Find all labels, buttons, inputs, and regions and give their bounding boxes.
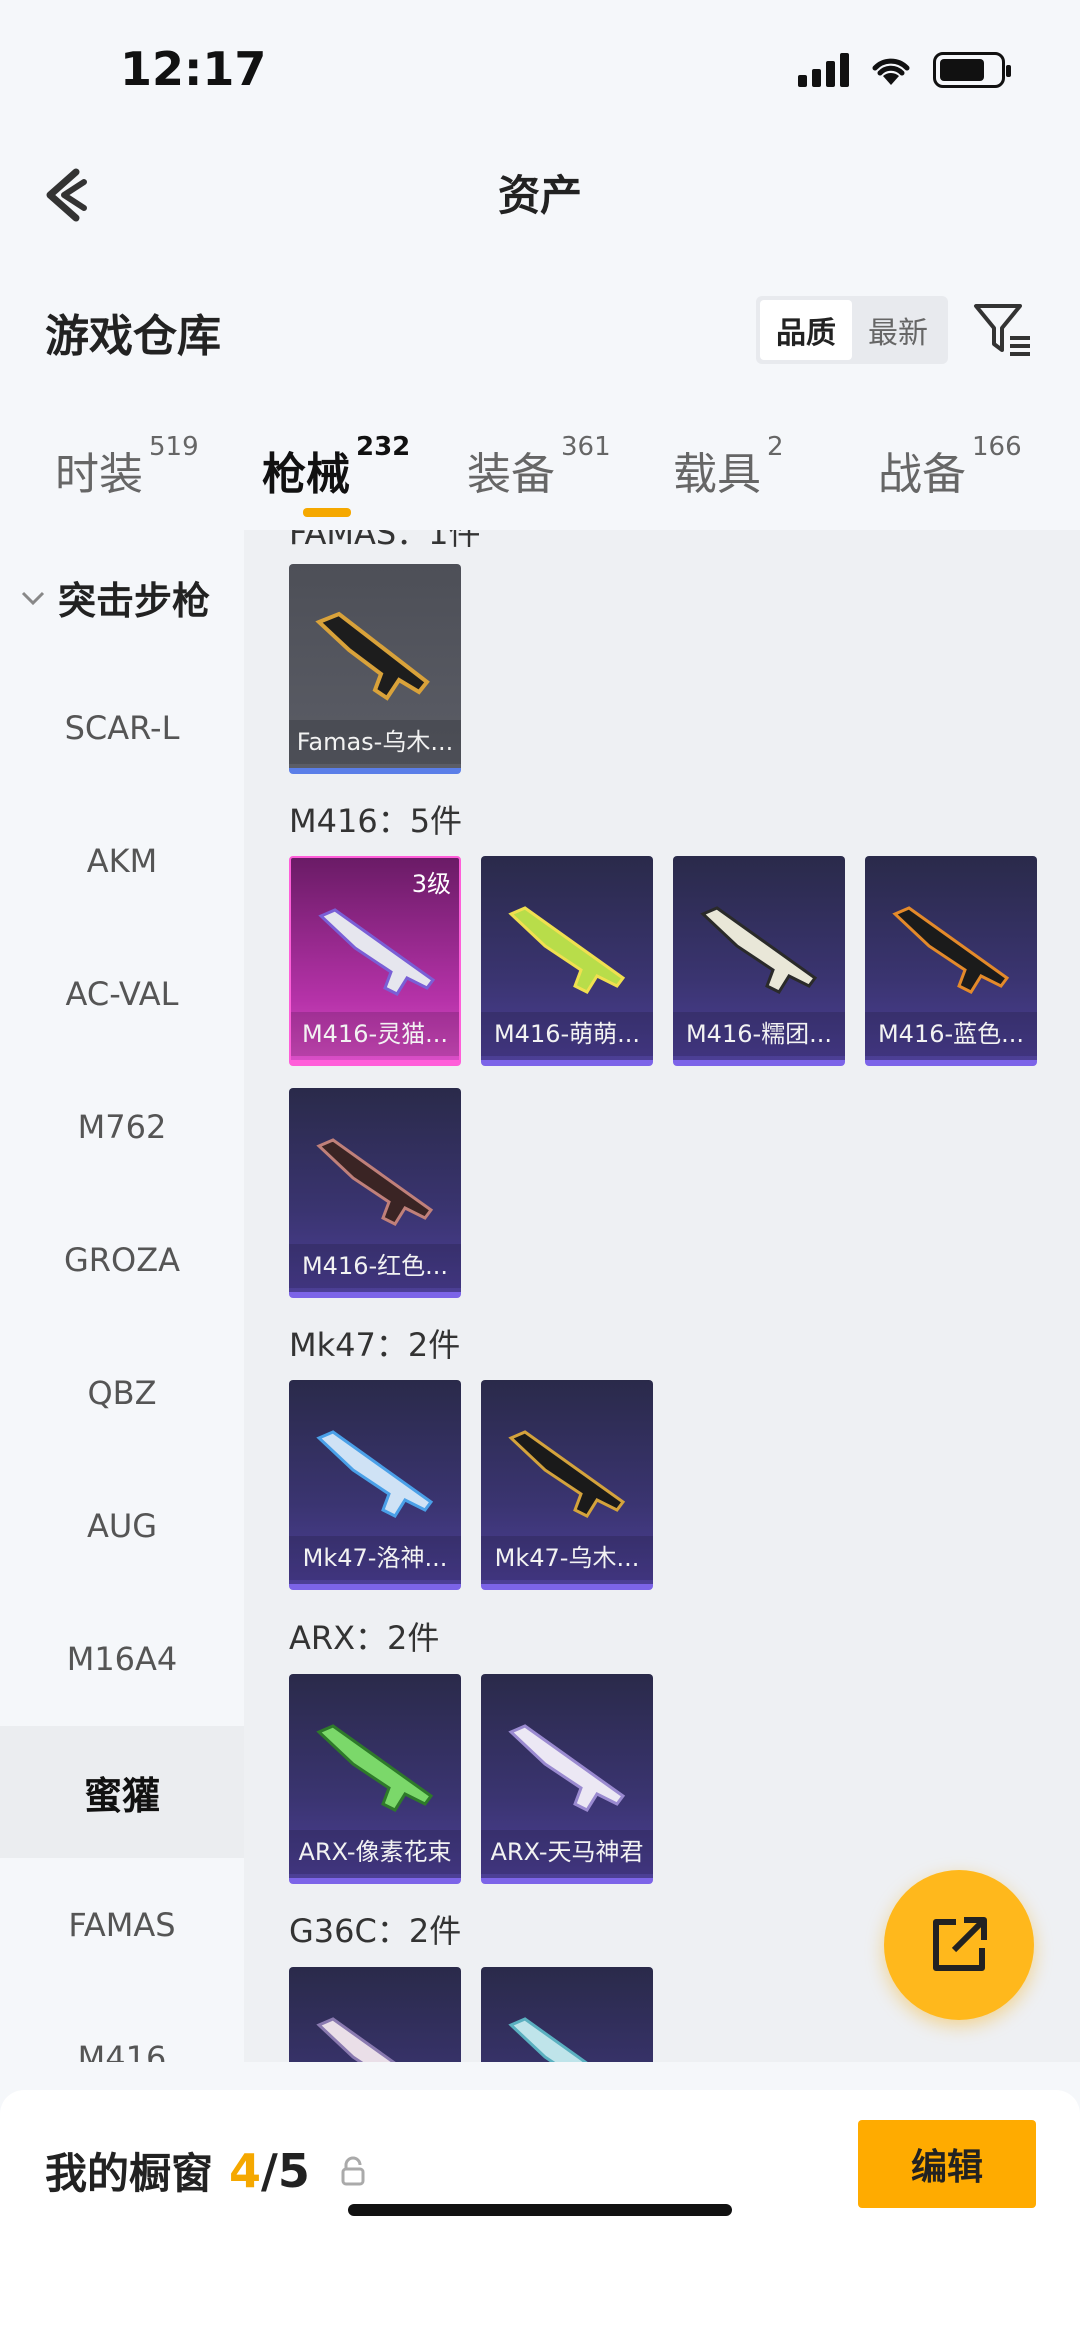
- filter-icon[interactable]: [970, 298, 1034, 362]
- sort-quality-button[interactable]: 品质: [760, 300, 852, 360]
- sidebar-item-famas[interactable]: FAMAS: [0, 1859, 244, 1991]
- sidebar-item-groza[interactable]: GROZA: [0, 1194, 244, 1326]
- wifi-icon: [872, 58, 910, 85]
- share-external-icon: [933, 1917, 987, 1971]
- section-g36c-label: G36C：2件: [289, 1912, 462, 1950]
- rifle-icon: [315, 611, 430, 701]
- share-button[interactable]: [884, 1870, 1034, 2020]
- weapon-card[interactable]: M416-萌萌...: [481, 856, 653, 1066]
- nav-bar: 资产: [0, 140, 1080, 250]
- tab-equipment[interactable]: 装备361: [467, 432, 611, 502]
- rifle-icon: [316, 1138, 434, 1226]
- weapon-card-name: ARX-天马神君: [481, 1830, 653, 1874]
- status-bar: 12:17: [0, 0, 1080, 140]
- section-mk47-label: Mk47：2件: [289, 1326, 461, 1364]
- tab-supplies[interactable]: 战备166: [878, 432, 1022, 502]
- sidebar-item-ac-val[interactable]: AC-VAL: [0, 928, 244, 1060]
- sidebar-item-m16a4[interactable]: M16A4: [0, 1593, 244, 1725]
- sidebar-item-akm[interactable]: AKM: [0, 795, 244, 927]
- sidebar-item-scar-l[interactable]: SCAR-L: [0, 662, 244, 794]
- weapon-grid: FAMAS：1件 Famas-乌木... M416：5件 3级 M416-灵猫.…: [244, 530, 1080, 2062]
- status-time: 12:17: [120, 42, 267, 96]
- weapon-card[interactable]: Mk47-乌木...: [481, 1380, 653, 1590]
- rifle-icon: [700, 906, 818, 994]
- weapon-card[interactable]: Mk47-洛神...: [289, 1380, 461, 1590]
- weapon-card[interactable]: 3级 M416-灵猫...: [289, 856, 461, 1066]
- weapon-card-name: ARX-像素花束: [289, 1830, 461, 1874]
- warehouse-title: 游戏仓库: [45, 311, 221, 362]
- rifle-icon: [508, 1430, 626, 1518]
- sidebar-item-honey-badger[interactable]: 蜜獾: [0, 1726, 244, 1858]
- weapon-card[interactable]: M416-红色...: [289, 1088, 461, 1298]
- sidebar-category[interactable]: 突击步枪: [20, 570, 210, 625]
- weapon-card-name: Mk47-乌木...: [481, 1536, 653, 1580]
- weapon-card-name: M416-糯团...: [673, 1012, 845, 1056]
- weapon-card-name: Mk47-洛神...: [289, 1536, 461, 1580]
- rifle-icon: [508, 1724, 626, 1812]
- rifle-icon: [508, 2017, 588, 2062]
- section-m416-label: M416：5件: [289, 802, 463, 840]
- rifle-icon: [316, 1724, 434, 1812]
- rifle-icon: [316, 2017, 396, 2062]
- tab-fashion[interactable]: 时装519: [55, 432, 199, 502]
- sidebar-item-m416[interactable]: M416: [0, 1992, 244, 2062]
- signal-icon: [798, 53, 849, 87]
- home-indicator: [348, 2204, 732, 2216]
- status-icons: [798, 52, 1011, 88]
- section-famas-label: FAMAS：1件: [289, 530, 481, 552]
- weapon-card[interactable]: [481, 1967, 653, 2062]
- battery-icon: [933, 52, 1011, 88]
- weapon-card-name: Famas-乌木...: [289, 720, 461, 764]
- weapon-card[interactable]: ARX-天马神君: [481, 1674, 653, 1884]
- weapon-card-name: M416-红色...: [289, 1244, 461, 1288]
- sidebar-item-qbz[interactable]: QBZ: [0, 1327, 244, 1459]
- showcase-count: 4: [229, 2143, 262, 2198]
- sort-toggle: 品质 最新: [756, 296, 948, 364]
- sidebar-item-m762[interactable]: M762: [0, 1061, 244, 1193]
- weapon-sidebar: 突击步枪 SCAR-L AKM AC-VAL M762 GROZA QBZ AU…: [0, 530, 244, 2062]
- chevron-down-icon: [21, 591, 45, 605]
- showcase-total: /5: [261, 2143, 310, 2198]
- section-arx-label: ARX：2件: [289, 1619, 440, 1657]
- rifle-icon: [508, 906, 626, 994]
- category-tabs: 时装519 枪械232 装备361 载具2 战备166: [0, 420, 1080, 530]
- weapon-card-name: M416-萌萌...: [481, 1012, 653, 1056]
- rifle-icon: [892, 906, 1010, 994]
- showcase-title: 我的橱窗: [45, 2149, 214, 2198]
- weapon-card-name: M416-蓝色...: [865, 1012, 1037, 1056]
- showcase-label: 我的橱窗 4 /5: [45, 2140, 366, 2201]
- tab-vehicles[interactable]: 载具2: [673, 432, 784, 502]
- sort-latest-button[interactable]: 最新: [852, 300, 944, 360]
- sidebar-item-aug[interactable]: AUG: [0, 1460, 244, 1592]
- page-title: 资产: [497, 171, 582, 220]
- active-tab-indicator: [303, 508, 351, 517]
- weapon-card-name: M416-灵猫...: [291, 1012, 459, 1056]
- weapon-card[interactable]: Famas-乌木...: [289, 564, 461, 774]
- rifle-icon: [318, 908, 436, 996]
- lock-icon: [341, 2156, 365, 2185]
- weapon-card[interactable]: [289, 1967, 461, 2062]
- weapon-card[interactable]: ARX-像素花束: [289, 1674, 461, 1884]
- tab-guns[interactable]: 枪械232: [262, 432, 410, 502]
- weapon-card[interactable]: M416-蓝色...: [865, 856, 1037, 1066]
- sidebar-category-label: 突击步枪: [58, 579, 211, 623]
- rifle-icon: [316, 1430, 434, 1518]
- weapon-card[interactable]: M416-糯团...: [673, 856, 845, 1066]
- edit-button[interactable]: 编辑: [858, 2120, 1036, 2208]
